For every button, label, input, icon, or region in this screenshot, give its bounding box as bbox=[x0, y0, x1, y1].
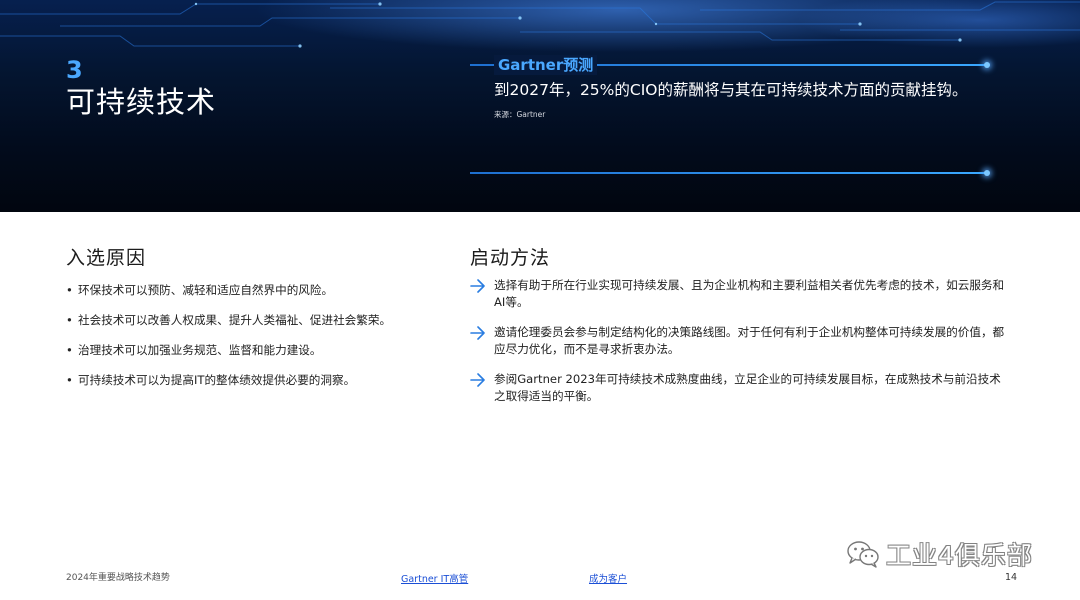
wechat-icon bbox=[847, 541, 879, 568]
list-item: 社会技术可以改善人权成果、提升人类福祉、促进社会繁荣。 bbox=[66, 313, 426, 328]
page-number: 14 bbox=[1005, 572, 1018, 583]
reasons-list: 环保技术可以预防、减轻和适应自然界中的风险。 社会技术可以改善人权成果、提升人类… bbox=[66, 283, 426, 403]
list-item: 选择有助于所在行业实现可持续发展、且为企业机构和主要利益相关者优先考虑的技术，如… bbox=[470, 277, 1010, 311]
list-item: 参阅Gartner 2023年可持续技术成熟度曲线，立足企业的可持续发展目标，在… bbox=[470, 371, 1010, 405]
getting-started-heading: 启动方法 bbox=[470, 247, 551, 269]
arrow-right-icon bbox=[470, 326, 485, 340]
step-text: 参阅Gartner 2023年可持续技术成熟度曲线，立足企业的可持续发展目标，在… bbox=[494, 372, 1001, 403]
gartner-it-link[interactable]: Gartner IT高管 bbox=[401, 574, 468, 586]
trend-number: 3 bbox=[66, 56, 83, 84]
prediction-source: 来源：Gartner bbox=[494, 110, 546, 119]
report-title: 2024年重要战略技术趋势 bbox=[66, 573, 170, 583]
trend-title: 可持续技术 bbox=[66, 85, 217, 119]
prediction-bottom-rule-dot bbox=[984, 170, 990, 176]
arrow-right-icon bbox=[470, 279, 485, 293]
hero-banner: 3 可持续技术 Gartner预测 到2027年，25%的CIO的薪酬将与其在可… bbox=[0, 0, 1080, 212]
getting-started-list: 选择有助于所在行业实现可持续发展、且为企业机构和主要利益相关者优先考虑的技术，如… bbox=[470, 277, 1010, 418]
step-text: 邀请伦理委员会参与制定结构化的决策路线图。对于任何有利于企业机构整体可持续发展的… bbox=[494, 325, 1005, 356]
list-item: 可持续技术可以为提高IT的整体绩效提供必要的洞察。 bbox=[66, 373, 426, 388]
become-client-link[interactable]: 成为客户 bbox=[589, 574, 627, 586]
list-item: 邀请伦理委员会参与制定结构化的决策路线图。对于任何有利于企业机构整体可持续发展的… bbox=[470, 324, 1010, 358]
prediction-label: Gartner预测 bbox=[494, 55, 598, 75]
list-item: 治理技术可以加强业务规范、监督和能力建设。 bbox=[66, 343, 426, 358]
step-text: 选择有助于所在行业实现可持续发展、且为企业机构和主要利益相关者优先考虑的技术，如… bbox=[494, 278, 1005, 309]
watermark: 工业4俱乐部 bbox=[846, 534, 1033, 574]
prediction-text: 到2027年，25%的CIO的薪酬将与其在可持续技术方面的贡献挂钩。 bbox=[494, 81, 968, 99]
arrow-right-icon bbox=[470, 373, 485, 387]
prediction-top-rule-dot bbox=[984, 62, 990, 68]
list-item: 环保技术可以预防、减轻和适应自然界中的风险。 bbox=[66, 283, 426, 298]
prediction-bottom-rule bbox=[470, 172, 988, 174]
reasons-heading: 入选原因 bbox=[66, 247, 147, 269]
watermark-text: 工业4俱乐部 bbox=[886, 541, 1033, 570]
